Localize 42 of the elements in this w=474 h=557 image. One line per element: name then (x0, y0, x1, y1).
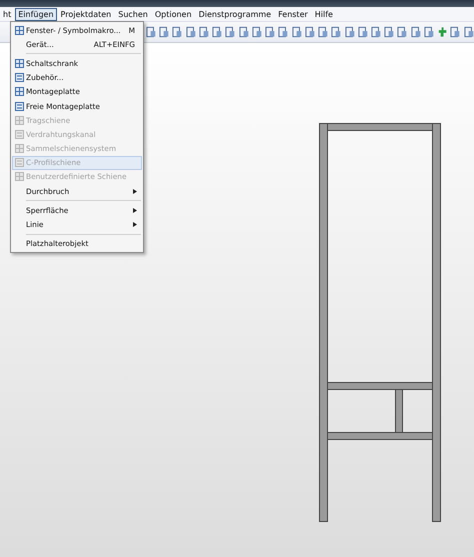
document-icon[interactable] (252, 26, 262, 38)
menu-item-icon (15, 172, 24, 182)
menu-item-icon (15, 158, 24, 168)
document-icon[interactable] (225, 26, 236, 38)
document-icon[interactable] (358, 26, 368, 38)
document-icon[interactable] (172, 26, 183, 38)
menu-item-icon (15, 26, 24, 35)
menu-item[interactable]: Fenster (275, 8, 311, 20)
document-icon[interactable] (278, 26, 289, 38)
menu-item-icon (15, 130, 24, 139)
document-icon[interactable] (238, 26, 249, 38)
document-icon[interactable] (370, 26, 382, 38)
document-icon[interactable] (424, 26, 434, 38)
menu-item[interactable]: Projektdaten (58, 8, 114, 20)
menu-item[interactable]: Hilfe (312, 8, 336, 20)
document-icon[interactable] (464, 26, 474, 38)
menu-item[interactable]: ht (0, 8, 14, 20)
document-icon[interactable] (397, 26, 408, 38)
document-icon[interactable] (292, 26, 302, 38)
menu-item-icon (15, 102, 24, 111)
menu-item-icon (15, 116, 24, 125)
document-icon[interactable] (410, 26, 421, 38)
menu-item[interactable]: Optionen (152, 8, 195, 20)
menu-item-icon (15, 87, 24, 96)
menu-item[interactable]: Dienstprogramme (196, 8, 274, 20)
document-icon[interactable] (159, 26, 170, 38)
document-icon[interactable] (318, 26, 328, 38)
menu-item-icon (15, 58, 24, 68)
document-icon[interactable] (146, 26, 156, 38)
document-icon[interactable] (450, 26, 461, 38)
document-icon[interactable] (186, 26, 196, 38)
document-icon[interactable] (265, 26, 276, 38)
document-icon[interactable] (304, 26, 316, 38)
document-icon[interactable] (331, 26, 342, 38)
menu-item-icon (15, 144, 24, 154)
document-icon[interactable] (198, 26, 210, 38)
menu-item[interactable]: Einfügen (15, 8, 57, 20)
document-icon[interactable] (212, 26, 222, 38)
menu-item[interactable]: Suchen (115, 8, 151, 20)
document-icon[interactable] (384, 26, 394, 38)
document-icon[interactable] (344, 26, 355, 38)
menu-item-icon (15, 73, 24, 82)
